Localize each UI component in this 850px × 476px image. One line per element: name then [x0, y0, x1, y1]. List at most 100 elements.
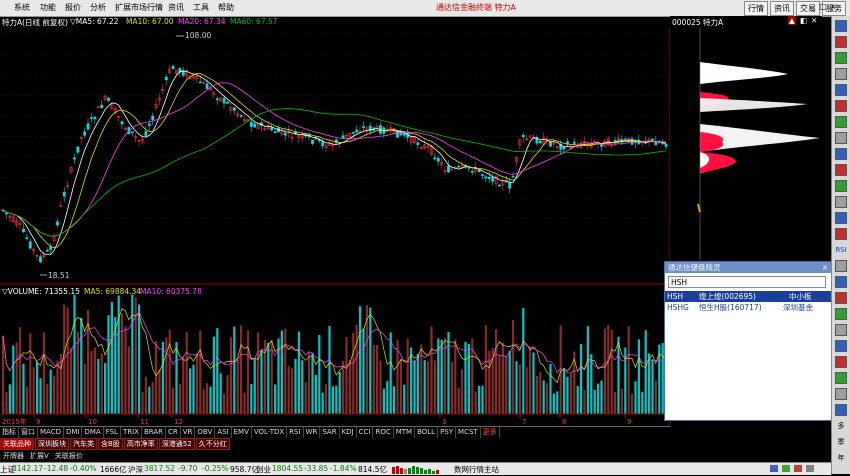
indicator-tab[interactable]: MACD — [38, 427, 64, 438]
menu-item-system[interactable]: 系统 — [14, 2, 30, 13]
toolbar-icon[interactable]: 年 — [835, 452, 847, 464]
toolbar-icon[interactable] — [835, 260, 847, 272]
toolbar-icon[interactable] — [835, 340, 847, 352]
indicator-tab[interactable]: MTM — [394, 427, 416, 438]
popup-close-icon[interactable]: × — [822, 262, 828, 273]
toolbar-icon[interactable] — [835, 356, 847, 368]
board-tab[interactable]: 高市净率 — [123, 438, 158, 450]
volume-bar — [216, 328, 219, 414]
menu-item-function[interactable]: 功能 — [40, 2, 56, 13]
toolbar-icon[interactable] — [835, 292, 847, 304]
volume-bar — [165, 337, 168, 414]
toolbar-icon[interactable]: RSI — [835, 244, 847, 256]
board-tab[interactable]: 深港通52 — [158, 438, 195, 450]
close-icon[interactable]: × — [828, 1, 838, 12]
indicator-tab[interactable]: VR — [181, 427, 196, 438]
indicator-tab[interactable]: SAR — [320, 427, 340, 438]
indicator-tab[interactable]: 窗口 — [19, 427, 38, 438]
quote-button[interactable]: 行情 — [744, 1, 768, 16]
menu-item-quote[interactable]: 报价 — [65, 2, 81, 13]
volume-bar — [301, 360, 304, 414]
indicator-tab[interactable]: ROC — [373, 427, 394, 438]
indicator-tab[interactable]: WR — [304, 427, 321, 438]
indicator-tab[interactable]: TRIX — [121, 427, 142, 438]
volume-bar — [359, 306, 362, 414]
cy-amount: 814.5亿 — [358, 465, 387, 474]
indicator-tab[interactable]: BRAR — [142, 427, 166, 438]
indicator-tab[interactable]: VOL-TDX — [252, 427, 288, 438]
indicator-tab[interactable]: EMV — [232, 427, 252, 438]
toolbar-icon[interactable] — [835, 180, 847, 192]
menu-item-extended-market[interactable]: 扩展市场行情 — [115, 2, 163, 13]
chip-distribution-panel: 000025 特力A ▲ ◧ ✕ — [670, 16, 822, 260]
board-tab[interactable]: 汽车类 — [70, 438, 97, 450]
toolbar-icon[interactable] — [835, 228, 847, 240]
indicator-tab[interactable]: 更多 — [481, 427, 500, 438]
toolbar-icon[interactable] — [835, 212, 847, 224]
volume-bar — [637, 339, 640, 414]
volume-bar — [342, 360, 345, 414]
sub-tab[interactable]: 开牌器 — [0, 451, 27, 461]
indicator-tab[interactable]: CCI — [357, 427, 374, 438]
candle-body — [93, 116, 97, 120]
indicator-tab[interactable]: 指标 — [0, 427, 19, 438]
volume-bar — [90, 350, 93, 414]
wizard-result-row[interactable]: HSHG 恒生H股(160717) 深圳基金 — [665, 302, 831, 313]
news-button[interactable]: 资讯 — [770, 1, 794, 16]
toolbar-icon[interactable] — [835, 36, 847, 48]
toolbar-icon[interactable] — [835, 20, 847, 32]
board-tab[interactable]: 关联品种 — [0, 438, 34, 450]
indicator-tab[interactable]: FSL — [104, 427, 121, 438]
sub-tab[interactable]: 扩展V — [27, 451, 52, 461]
board-tab[interactable]: 久不分红 — [195, 438, 230, 450]
toolbar-icon[interactable] — [835, 84, 847, 96]
minimize-icon[interactable]: _ — [808, 1, 818, 12]
toolbar-icon[interactable] — [835, 116, 847, 128]
indicator-tab[interactable]: PSY — [438, 427, 457, 438]
indicator-tab[interactable]: CR — [166, 427, 181, 438]
toolbar-icon[interactable] — [835, 388, 847, 400]
menu-item-help[interactable]: 帮助 — [218, 2, 234, 13]
board-tab[interactable]: 深圳板块 — [35, 438, 69, 450]
panel-flag-icon[interactable]: ▲ — [788, 16, 796, 25]
indicator-tab[interactable]: KDJ — [340, 427, 357, 438]
indicator-tab[interactable]: DMI — [64, 427, 83, 438]
menu-item-news[interactable]: 资讯 — [168, 2, 184, 13]
board-tab[interactable]: 含B股 — [98, 438, 123, 450]
toolbar-icon[interactable] — [835, 68, 847, 80]
panel-close-icon[interactable]: ✕ — [811, 16, 817, 25]
toolbar-icon[interactable] — [835, 164, 847, 176]
toolbar-icon[interactable] — [835, 372, 847, 384]
indicator-tab[interactable]: BOLL — [415, 427, 439, 438]
date-axis-year: 2015年 — [2, 417, 27, 426]
volume-bar — [624, 347, 627, 414]
toolbar-icon[interactable] — [835, 276, 847, 288]
toolbar-icon[interactable] — [835, 404, 847, 416]
indicator-tab[interactable]: DMA — [82, 427, 104, 438]
panel-settings-icon[interactable]: ◧ — [800, 16, 807, 25]
toolbar-icon[interactable]: 季 — [835, 436, 847, 448]
indicator-tab[interactable]: RSI — [287, 427, 304, 438]
menu-item-tools[interactable]: 工具 — [193, 2, 209, 13]
toolbar-icon[interactable] — [835, 52, 847, 64]
wizard-search-input[interactable]: HSH — [668, 276, 826, 288]
toolbar-icon[interactable]: 多 — [835, 420, 847, 432]
indicator-tab[interactable]: ASI — [215, 427, 232, 438]
toolbar-icon[interactable] — [835, 148, 847, 160]
wizard-result-row[interactable]: HSH 煌上煌(002695) 中小板 — [665, 291, 831, 302]
toolbar-icon[interactable] — [835, 132, 847, 144]
toolbar-icon[interactable] — [835, 100, 847, 112]
toolbar-icon[interactable] — [835, 324, 847, 336]
sub-tab[interactable]: 关联报价 — [52, 451, 86, 461]
maximize-icon[interactable]: □ — [818, 1, 828, 12]
indicator-tab[interactable]: OBV — [195, 427, 216, 438]
indicator-tab[interactable]: MCST — [456, 427, 481, 438]
menu-item-analysis[interactable]: 分析 — [90, 2, 106, 13]
volume-bar — [331, 386, 334, 414]
candle-body — [433, 157, 437, 160]
volume-bar — [318, 334, 321, 414]
candle-body — [5, 212, 8, 215]
toolbar-icon[interactable] — [835, 196, 847, 208]
kline-chart[interactable]: 120%96%80%64%48%32%16%0%-16%-32% 108.00 … — [0, 28, 700, 426]
toolbar-icon[interactable] — [835, 308, 847, 320]
